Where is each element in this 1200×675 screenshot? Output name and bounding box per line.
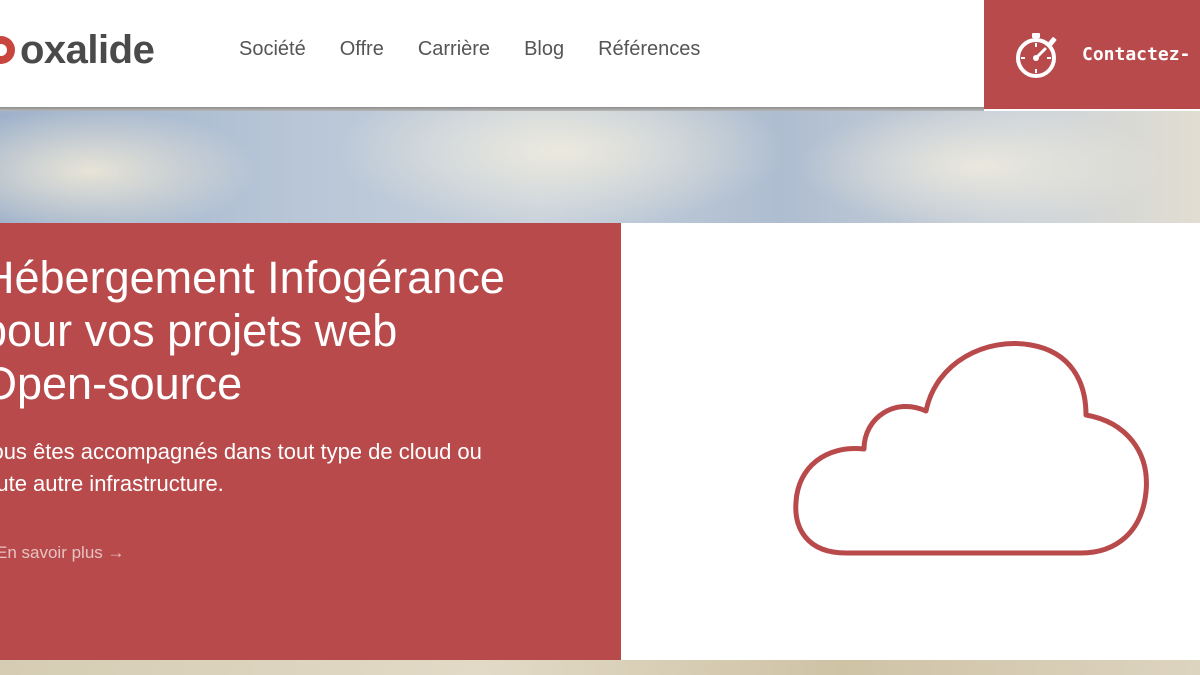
hero-title: Hébergement Infogérance pour vos projets… (0, 251, 622, 410)
learn-more-link[interactable]: En savoir plus → (0, 543, 125, 563)
logo-mark-icon (0, 36, 15, 64)
contact-label: Contactez- (1082, 44, 1191, 65)
main-nav: Société Offre Carrière Blog Références (239, 38, 700, 61)
page: oxalide Société Offre Carrière Blog Réfé… (0, 0, 1200, 675)
nav-item-references[interactable]: Références (598, 38, 700, 61)
hero-title-line: pour vos projets web (0, 305, 398, 356)
hero-background-image (0, 111, 1200, 223)
hero-subtitle-line: Vous êtes accompagnés dans tout type de … (0, 439, 482, 464)
hero-title-line: Open-source (0, 358, 243, 409)
nav-item-societe[interactable]: Société (239, 38, 306, 61)
cloud-icon (793, 341, 1149, 556)
bottom-background-strip (0, 660, 1200, 675)
nav-item-carriere[interactable]: Carrière (418, 38, 490, 61)
hero-title-line: Hébergement Infogérance (0, 252, 505, 303)
logo[interactable]: oxalide (0, 28, 155, 72)
hero-subtitle-line: toute autre infrastructure. (0, 471, 224, 496)
hero-subtitle: Vous êtes accompagnés dans tout type de … (0, 436, 598, 500)
logo-text: oxalide (20, 28, 155, 72)
nav-item-offre[interactable]: Offre (340, 38, 384, 61)
contact-button[interactable]: Contactez- (984, 0, 1200, 109)
nav-item-blog[interactable]: Blog (524, 38, 564, 61)
stopwatch-icon (1016, 32, 1057, 78)
